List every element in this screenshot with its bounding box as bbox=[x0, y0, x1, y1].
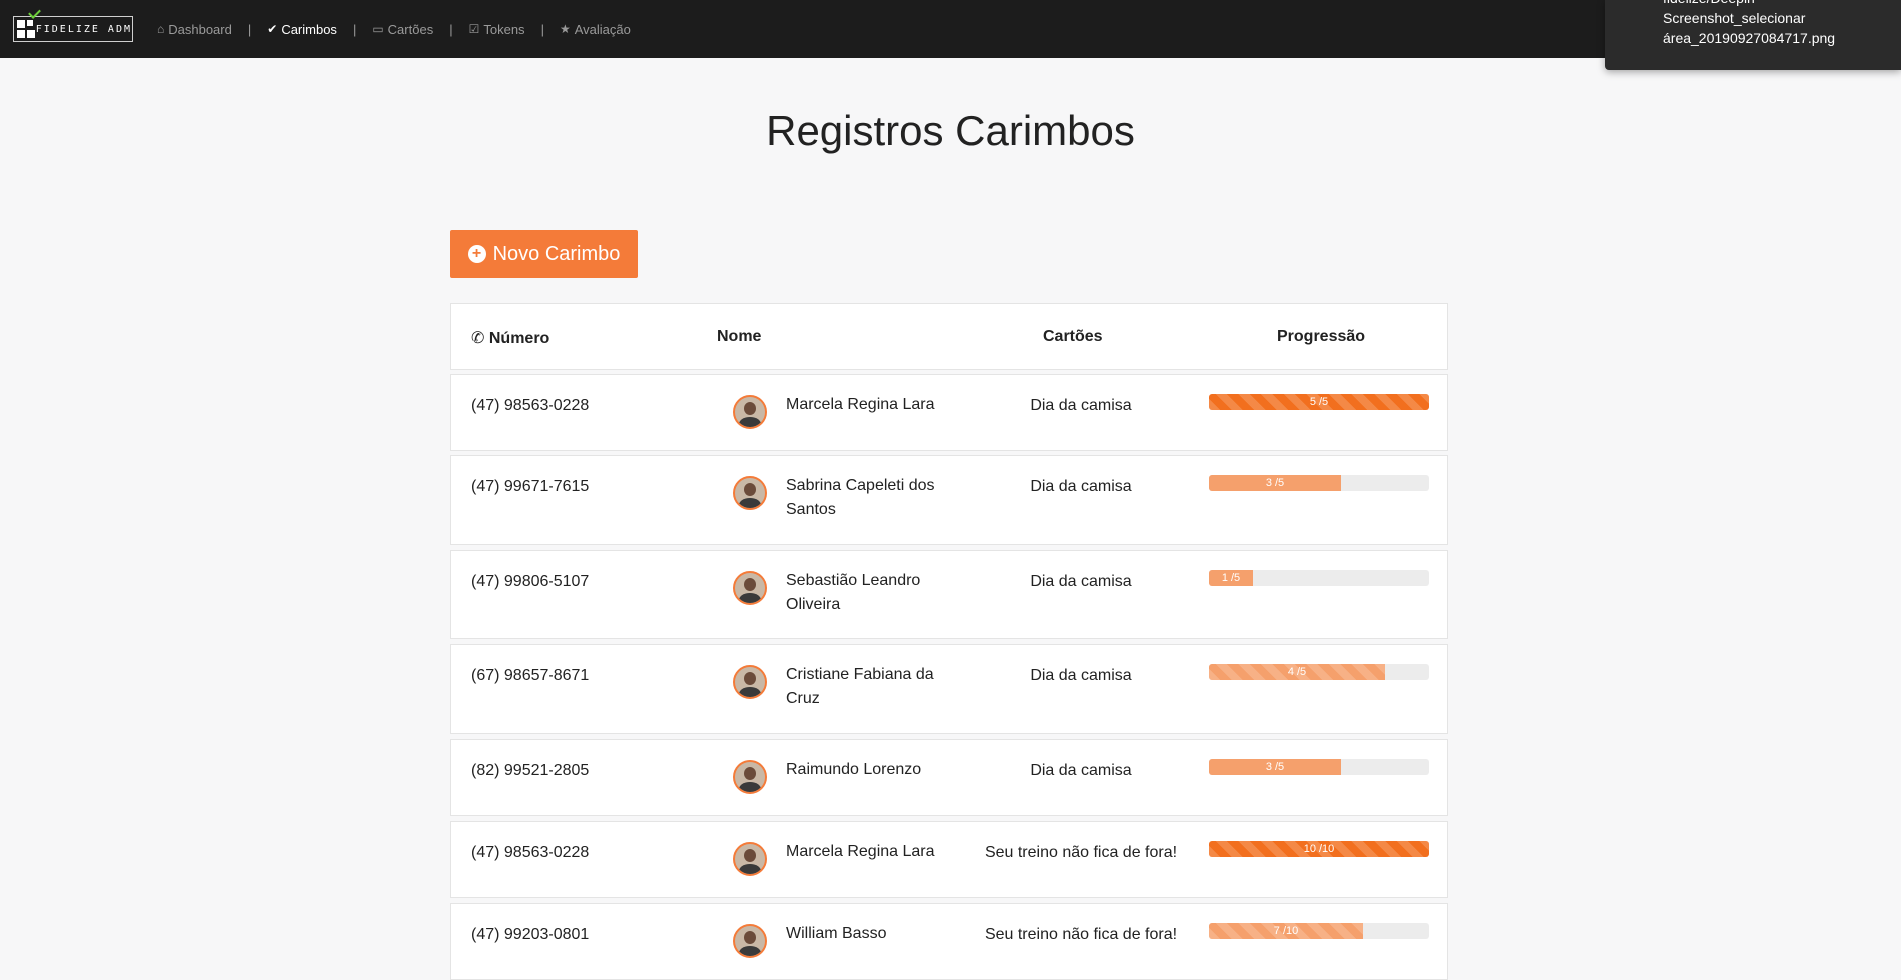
avatar bbox=[733, 571, 767, 605]
progress-bar: 10 /10 bbox=[1209, 841, 1429, 857]
progress-bar: 4 /5 bbox=[1209, 664, 1429, 680]
cell-numero: (47) 99203-0801 bbox=[471, 926, 590, 943]
cell-numero: (82) 99521-2805 bbox=[471, 762, 590, 779]
cell-cartao: Seu treino não fica de fora! bbox=[984, 844, 1178, 861]
nav-item-cartoes[interactable]: ▭ Cartões bbox=[372, 22, 433, 37]
avatar bbox=[733, 760, 767, 794]
nav-separator: | bbox=[352, 21, 357, 37]
progress-bar: 3 /5 bbox=[1209, 759, 1429, 775]
notification-text: fidelize/Deepin Screenshot_selecionar área… bbox=[1663, 0, 1893, 48]
nav-item-label: Cartões bbox=[387, 21, 434, 37]
header-cartoes[interactable]: Cartões bbox=[1043, 328, 1103, 346]
nav-item-label: Avaliação bbox=[574, 21, 631, 37]
progress-fill: 10 /10 bbox=[1209, 841, 1429, 857]
table-row[interactable]: (47) 98563-0228 Marcela Regina Lara Dia da… bbox=[450, 374, 1448, 451]
cell-nome: William Basso bbox=[786, 925, 887, 942]
table-row[interactable]: (82) 99521-2805 Raimundo Lorenzo Dia da ca… bbox=[450, 739, 1448, 816]
cell-cartao: Dia da camisa bbox=[1030, 478, 1132, 495]
brand-text: FIDELIZE ADM bbox=[35, 23, 132, 35]
table-row[interactable]: (67) 98657-8671 Cristiane Fabiana da Cruz… bbox=[450, 644, 1448, 734]
progress-fill: 3 /5 bbox=[1209, 475, 1341, 491]
cell-nome: Marcela Regina Lara bbox=[786, 843, 935, 860]
nav-item-avaliacao[interactable]: ★ Avaliação bbox=[560, 22, 631, 37]
nav-separator: | bbox=[449, 21, 453, 37]
nav-separator: | bbox=[247, 21, 252, 37]
check-circle-icon: ✔ bbox=[267, 22, 278, 36]
cell-nome: Sebastião Leandro Oliveira bbox=[786, 572, 921, 613]
star-icon: ★ bbox=[559, 22, 571, 36]
cell-cartao: Dia da camisa bbox=[1030, 762, 1132, 779]
nav-item-carimbos[interactable]: ✔ Carimbos bbox=[267, 22, 337, 37]
phone-icon: ✆ bbox=[471, 330, 485, 347]
home-icon: ⌂ bbox=[157, 22, 165, 36]
table-row[interactable]: (47) 99671-7615 Sabrina Capeleti dos Sant… bbox=[450, 455, 1448, 545]
notification-line: Screenshot_selecionar bbox=[1663, 10, 1806, 26]
cell-nome: Raimundo Lorenzo bbox=[786, 761, 922, 778]
progress-fill: 1 /5 bbox=[1209, 570, 1253, 586]
main-nav: ⌂ Dashboard | ✔ Carimbos | ▭ Cartões | ☑ Tokens | ★ A… bbox=[157, 22, 631, 37]
notification-line: área_20190927084717.png bbox=[1663, 30, 1836, 46]
cell-numero: (47) 99806-5107 bbox=[471, 573, 590, 590]
table-header: ✆ Número Nome Cartões Progressão bbox=[450, 303, 1448, 370]
cell-numero: (47) 99671-7615 bbox=[471, 478, 590, 495]
cell-cartao: Seu treino não fica de fora! bbox=[984, 926, 1178, 943]
avatar bbox=[733, 665, 767, 699]
nav-item-label: Tokens bbox=[483, 21, 525, 37]
card-icon: ▭ bbox=[372, 22, 384, 36]
cell-nome: Cristiane Fabiana da Cruz bbox=[786, 666, 934, 707]
avatar bbox=[733, 395, 767, 429]
nav-item-dashboard[interactable]: ⌂ Dashboard bbox=[157, 22, 232, 37]
new-stamp-button-label: Novo Carimbo bbox=[492, 242, 621, 265]
header-numero-label: Número bbox=[488, 330, 550, 347]
notification-line: fidelize/Deepin bbox=[1663, 0, 1893, 8]
cell-nome: Marcela Regina Lara bbox=[786, 396, 935, 413]
avatar bbox=[733, 476, 767, 510]
table-row[interactable]: (47) 99203-0801 William Basso Seu treino n… bbox=[450, 903, 1448, 980]
progress-fill: 4 /5 bbox=[1209, 664, 1385, 680]
table-row[interactable]: (47) 99806-5107 Sebastião Leandro Oliveir… bbox=[450, 550, 1448, 639]
cell-numero: (67) 98657-8671 bbox=[471, 667, 590, 684]
progress-bar: 5 /5 bbox=[1209, 394, 1429, 410]
progress-bar: 3 /5 bbox=[1209, 475, 1429, 491]
cell-cartao: Dia da camisa bbox=[1030, 667, 1132, 684]
check-mark-icon bbox=[28, 6, 41, 19]
nav-separator: | bbox=[540, 21, 544, 37]
brand-logo[interactable]: FIDELIZE ADM bbox=[13, 6, 133, 42]
cell-cartao: Dia da camisa bbox=[1030, 397, 1132, 414]
progress-fill: 3 /5 bbox=[1209, 759, 1341, 775]
avatar bbox=[733, 924, 767, 958]
progress-bar: 1 /5 bbox=[1209, 570, 1429, 586]
progress-fill: 7 /10 bbox=[1209, 923, 1363, 939]
avatar bbox=[733, 842, 767, 876]
cell-numero: (47) 98563-0228 bbox=[471, 844, 590, 861]
grid-logo-icon bbox=[17, 19, 35, 39]
calendar-check-icon: ☑ bbox=[468, 22, 480, 36]
progress-fill: 5 /5 bbox=[1209, 394, 1429, 410]
plus-circle-icon: + bbox=[467, 245, 486, 263]
notification-popup[interactable]: fidelize/Deepin Screenshot_selecionar área… bbox=[1605, 0, 1901, 70]
cell-numero: (47) 98563-0228 bbox=[471, 397, 590, 414]
header-progressao[interactable]: Progressão bbox=[1277, 328, 1365, 346]
table-row[interactable]: (47) 98563-0228 Marcela Regina Lara Seu tr… bbox=[450, 821, 1448, 898]
header-nome[interactable]: Nome bbox=[717, 328, 761, 346]
nav-item-label: Dashboard bbox=[168, 21, 232, 37]
page-title: Registros Carimbos bbox=[766, 107, 1135, 154]
nav-item-label: Carimbos bbox=[281, 21, 337, 37]
nav-item-tokens[interactable]: ☑ Tokens bbox=[469, 22, 525, 37]
cell-nome: Sabrina Capeleti dos Santos bbox=[786, 477, 935, 518]
cell-cartao: Dia da camisa bbox=[1030, 573, 1132, 590]
progress-bar: 7 /10 bbox=[1209, 923, 1429, 939]
header-numero[interactable]: ✆ Número bbox=[471, 328, 549, 348]
new-stamp-button[interactable]: + Novo Carimbo bbox=[450, 230, 638, 278]
